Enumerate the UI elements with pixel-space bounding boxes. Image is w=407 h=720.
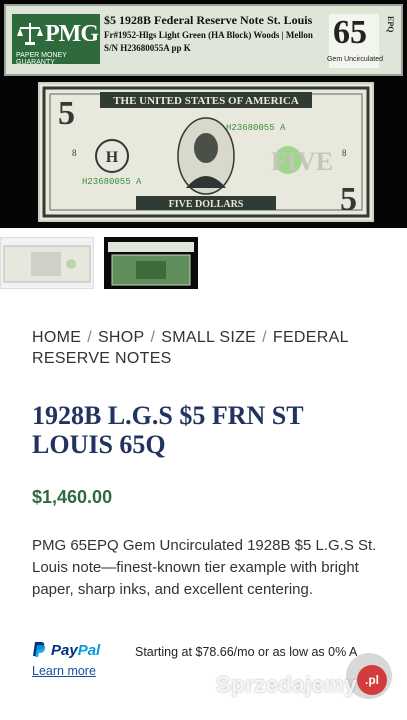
paypal-financing-text: Starting at $78.66/mo or as low as 0% A <box>135 645 358 659</box>
grade-number: 65 <box>333 14 367 51</box>
paypal-learn-more-link[interactable]: Learn more <box>32 664 96 678</box>
watermark-text: Sprzedajemy <box>216 672 358 697</box>
note-header: THE UNITED STATES OF AMERICA <box>113 95 299 107</box>
slab-line-2: Fr#1952-Hlgs Light Green (HA Block) Wood… <box>104 30 313 40</box>
serial-bottom: H23680055 A <box>82 177 142 187</box>
paypal-icon <box>33 642 46 657</box>
product-title: 1928B L.G.S $5 FRN ST LOUIS 65Q <box>32 401 304 459</box>
note-bottom-text: FIVE DOLLARS <box>169 199 244 210</box>
product-price: $1,460.00 <box>32 487 113 507</box>
plate-number-left: 8 <box>72 148 77 158</box>
watermark-badge: .pl <box>357 665 387 695</box>
banknote-image: THE UNITED STATES OF AMERICA 5 5 H H2368… <box>38 82 374 222</box>
slab-description: $5 1928B Federal Reserve Note St. Louis … <box>104 13 313 53</box>
paypal-logo: PayPal <box>32 641 100 659</box>
note-corner-tl: 5 <box>58 95 75 132</box>
thumbnail-front[interactable] <box>0 237 94 289</box>
denomination-word: FIVE <box>271 147 333 176</box>
product-image-hero[interactable]: PMG PAPER MONEY GUARANTY $5 1928B Federa… <box>0 0 407 228</box>
note-corner-br: 5 <box>340 181 357 218</box>
grade-label: Gem Uncirculated <box>326 56 384 63</box>
breadcrumb-separator: / <box>150 329 156 346</box>
serial-top: H23680055 A <box>226 123 286 133</box>
paypal-brand-a: Pay <box>51 642 78 659</box>
breadcrumb: HOME / SHOP / SMALL SIZE / FEDERAL RESERVE NOT… <box>32 327 382 369</box>
plate-number-right: 8 <box>342 148 347 158</box>
slab-line-3: S/N H23680055A pp K <box>104 43 191 53</box>
grade-suffix: EPQ <box>386 16 395 33</box>
thumbnail-back[interactable] <box>104 237 198 289</box>
scales-icon <box>17 23 43 45</box>
pmg-logo: PMG PAPER MONEY GUARANTY <box>12 14 100 66</box>
breadcrumb-shop[interactable]: SHOP <box>98 329 145 346</box>
product-description: PMG 65EPQ Gem Uncirculated 1928B $5 L.G.… <box>32 537 377 598</box>
breadcrumb-home[interactable]: HOME <box>32 329 81 346</box>
breadcrumb-separator: / <box>262 329 267 346</box>
breadcrumb-small-size[interactable]: SMALL SIZE <box>161 329 256 346</box>
breadcrumb-separator: / <box>87 329 92 346</box>
pmg-slab-label: PMG PAPER MONEY GUARANTY $5 1928B Federa… <box>4 4 403 76</box>
pmg-tagline: PAPER MONEY GUARANTY <box>16 52 67 66</box>
grade-box: 65 Gem Uncirculated <box>327 14 383 68</box>
slab-line-1: $5 1928B Federal Reserve Note St. Louis <box>104 13 313 27</box>
pmg-logo-text: PMG <box>45 21 99 47</box>
district-letter: H <box>106 149 119 166</box>
paypal-brand-b: Pal <box>77 642 101 659</box>
